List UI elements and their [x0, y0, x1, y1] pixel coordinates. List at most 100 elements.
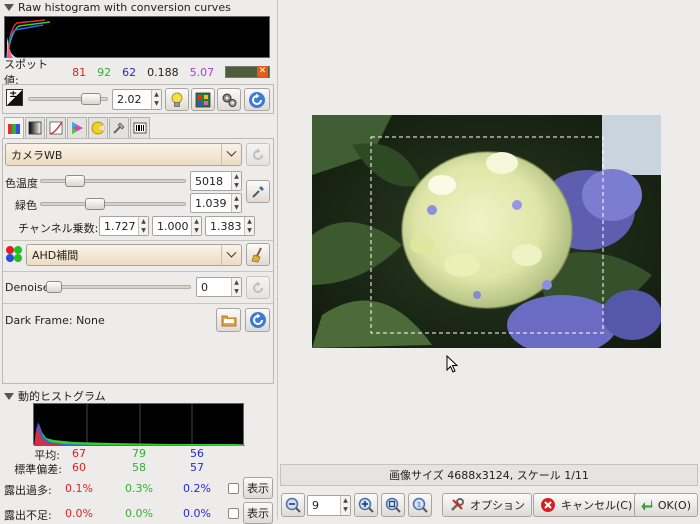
spin-up-icon[interactable]: ▲ — [139, 217, 148, 226]
multiplier-g-spin[interactable]: 1.000 ▲ ▼ — [152, 216, 202, 236]
underexposed-checkbox[interactable] — [228, 508, 239, 519]
chevron-down-icon — [226, 146, 237, 157]
underexposed-r: 0.0% — [65, 507, 93, 520]
overexposed-g: 0.3% — [125, 482, 153, 495]
raw-histogram-header[interactable]: Raw histogram with conversion curves — [4, 1, 231, 14]
multiplier-r-spin[interactable]: 1.727 ▲ ▼ — [99, 216, 149, 236]
green-slider-handle[interactable] — [85, 198, 105, 210]
show-underexposed-button[interactable]: 表示 — [243, 502, 273, 524]
spin-down-icon[interactable]: ▼ — [341, 506, 350, 516]
green-label: 緑色 — [15, 199, 37, 212]
exposure-slider[interactable] — [28, 93, 108, 105]
zoom-spin[interactable]: 9 ▲ ▼ — [307, 495, 351, 516]
divider — [3, 271, 273, 272]
spin-down-icon[interactable]: ▼ — [245, 226, 254, 235]
denoise-spin[interactable]: 0 ▲ ▼ — [196, 277, 242, 297]
exposure-spin[interactable]: 2.02 ▲ ▼ — [112, 89, 162, 110]
curve-tab-icon — [49, 121, 63, 135]
zoom-out-button[interactable] — [281, 493, 305, 517]
tab-grayscale[interactable] — [25, 117, 45, 138]
ok-label: OK(O) — [657, 498, 691, 512]
tab-color-management[interactable] — [67, 117, 87, 138]
mean-r: 67 — [72, 447, 86, 460]
reset-denoise-button[interactable] — [246, 276, 270, 299]
live-histogram-bars — [34, 404, 245, 446]
wb-preset-combo[interactable]: カメラWB — [5, 143, 242, 166]
reset-dark-frame-button[interactable] — [245, 308, 270, 332]
tab-exif[interactable] — [130, 117, 150, 138]
denoise-slider-handle[interactable] — [46, 281, 62, 293]
spin-up-icon[interactable]: ▲ — [152, 90, 161, 100]
corrections-tab-icon — [91, 121, 105, 135]
green-slider[interactable] — [40, 198, 186, 210]
denoise-slider[interactable] — [45, 281, 191, 293]
zoom-in-button[interactable] — [354, 493, 378, 517]
auto-exposure-button[interactable] — [165, 88, 189, 111]
multiplier-g-value[interactable]: 1.000 — [153, 217, 191, 235]
lightbulb-icon — [171, 92, 183, 107]
zoom-100-button[interactable]: 1 — [408, 493, 432, 517]
overexposed-checkbox[interactable] — [228, 483, 239, 494]
reset-wb-button[interactable] — [246, 143, 270, 166]
multiplier-b-value[interactable]: 1.383 — [206, 217, 244, 235]
green-value[interactable]: 1.039 — [191, 194, 231, 212]
spin-up-icon[interactable]: ▲ — [341, 496, 350, 506]
spin-up-icon[interactable]: ▲ — [192, 217, 201, 226]
zoom-value[interactable]: 9 — [308, 496, 340, 515]
spot-wb-button[interactable] — [246, 180, 270, 203]
show-overexposed-button[interactable]: 表示 — [243, 477, 273, 499]
temperature-slider[interactable] — [40, 175, 186, 187]
image-preview[interactable] — [312, 115, 661, 348]
green-spin[interactable]: 1.039 ▲ ▼ — [190, 193, 242, 213]
spin-down-icon[interactable]: ▼ — [232, 181, 241, 190]
exposure-slider-handle[interactable] — [81, 93, 101, 105]
spin-up-icon[interactable]: ▲ — [232, 278, 241, 287]
interpolation-value: AHD補間 — [32, 249, 79, 262]
temperature-value[interactable]: 5018 — [191, 172, 231, 190]
spin-down-icon[interactable]: ▼ — [232, 287, 241, 296]
reset-exposure-button[interactable] — [244, 88, 270, 111]
tab-crop[interactable] — [109, 117, 129, 138]
tab-corrections[interactable] — [88, 117, 108, 138]
spin-up-icon[interactable]: ▲ — [232, 172, 241, 181]
divider — [3, 240, 273, 241]
denoise-value[interactable]: 0 — [197, 278, 231, 296]
zoom-fit-button[interactable] — [381, 493, 405, 517]
cancel-button[interactable]: キャンセル(C) — [533, 493, 640, 517]
live-histogram-header[interactable]: 動的ヒストグラム — [4, 388, 106, 404]
divider — [3, 303, 273, 304]
multiplier-b-spin[interactable]: 1.383 ▲ ▼ — [205, 216, 255, 236]
spin-down-icon[interactable]: ▼ — [232, 203, 241, 212]
restore-details-button[interactable] — [217, 88, 241, 111]
spin-down-icon[interactable]: ▼ — [152, 100, 161, 110]
exif-tab-icon — [133, 122, 147, 134]
smoothing-button[interactable] — [246, 243, 270, 266]
underexposed-label: 露出不足: — [4, 509, 52, 522]
chevron-down-icon — [226, 247, 237, 258]
clear-spot-icon[interactable]: ✕ — [257, 66, 268, 77]
spot-g-value: 92 — [97, 65, 112, 79]
cancel-label: キャンセル(C) — [561, 499, 633, 512]
denoise-label: Denoise — [5, 281, 50, 294]
collapse-arrow-icon — [4, 4, 14, 11]
exposure-value[interactable]: 2.02 — [113, 90, 151, 109]
ok-button[interactable]: OK(O) — [634, 493, 698, 517]
temperature-slider-handle[interactable] — [65, 175, 85, 187]
spot-ev-value: 5.07 — [189, 65, 215, 79]
spin-down-icon[interactable]: ▼ — [139, 226, 148, 235]
highlights-button[interactable] — [191, 88, 215, 111]
load-dark-frame-button[interactable] — [216, 308, 241, 332]
multiplier-r-value[interactable]: 1.727 — [100, 217, 138, 235]
raw-histogram — [4, 16, 270, 58]
temperature-spin[interactable]: 5018 ▲ ▼ — [190, 171, 242, 191]
spin-down-icon[interactable]: ▼ — [192, 226, 201, 235]
spin-up-icon[interactable]: ▲ — [245, 217, 254, 226]
reset-icon — [249, 312, 266, 328]
tab-white-balance[interactable] — [4, 117, 24, 139]
interpolation-combo[interactable]: AHD補間 — [26, 244, 242, 266]
spin-up-icon[interactable]: ▲ — [232, 194, 241, 203]
options-button[interactable]: オプション — [442, 493, 532, 517]
tab-base-curve[interactable] — [46, 117, 66, 138]
pane-separator[interactable] — [277, 0, 278, 519]
overexposed-b: 0.2% — [183, 482, 211, 495]
